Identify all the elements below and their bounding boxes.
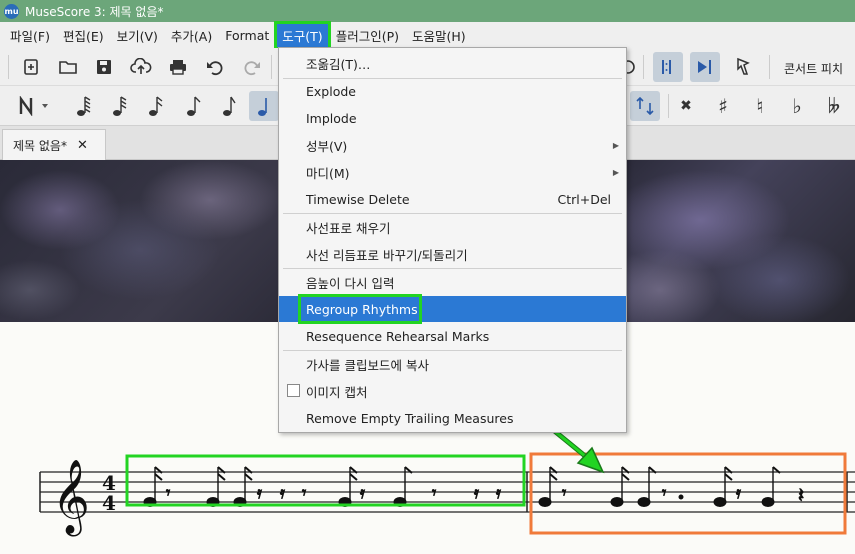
menu-item-remove-empty-trailing-measures[interactable]: Remove Empty Trailing Measures bbox=[279, 405, 626, 431]
menu-item-label: 조옮김(T)… bbox=[306, 56, 371, 72]
menu-item-label: Implode bbox=[306, 110, 357, 126]
menu-item-explode[interactable]: Explode bbox=[279, 78, 626, 104]
menu-item-toggle-rhythmic-slash[interactable]: 사선 리듬표로 바꾸기/되돌리기 bbox=[279, 241, 626, 267]
menu-item-transpose[interactable]: 조옮김(T)… bbox=[279, 50, 626, 76]
menu-item-label: 사선 리듬표로 바꾸기/되돌리기 bbox=[306, 247, 468, 263]
submenu-arrow-icon: ▶ bbox=[612, 140, 619, 150]
menu-item-measures[interactable]: 마디(M) ▶ bbox=[279, 159, 626, 185]
menu-item-label: Resequence Rehearsal Marks bbox=[306, 328, 490, 344]
menu-item-label: 이미지 캡처 bbox=[306, 384, 368, 400]
menu-item-resequence-rehearsal-marks[interactable]: Resequence Rehearsal Marks bbox=[279, 323, 626, 349]
menu-item-label: 마디(M) bbox=[306, 165, 350, 181]
menu-item-label: 성부(V) bbox=[306, 138, 348, 154]
menu-item-label: Timewise Delete bbox=[306, 191, 410, 207]
menu-item-fill-slashes[interactable]: 사선표로 채우기 bbox=[279, 214, 626, 240]
regroup-rhythms-highlight bbox=[298, 294, 422, 324]
menu-item-copy-lyrics[interactable]: 가사를 클립보드에 복사 bbox=[279, 351, 626, 377]
menu-item-label: Explode bbox=[306, 83, 356, 99]
submenu-arrow-icon: ▶ bbox=[612, 167, 619, 177]
menu-item-label: 사선표로 채우기 bbox=[306, 220, 391, 236]
menu-item-implode[interactable]: Implode bbox=[279, 105, 626, 131]
image-capture-checkbox[interactable] bbox=[287, 384, 300, 397]
menu-item-label: Remove Empty Trailing Measures bbox=[306, 410, 514, 426]
menu-item-timewise-delete[interactable]: Timewise Delete Ctrl+Del bbox=[279, 186, 626, 212]
menu-item-image-capture[interactable]: 이미지 캡처 bbox=[279, 378, 626, 404]
menu-item-label: 음높이 다시 입력 bbox=[306, 275, 395, 291]
menu-item-voices[interactable]: 성부(V) ▶ bbox=[279, 132, 626, 158]
tools-menu-dropdown: 조옮김(T)… Explode Implode 성부(V) ▶ 마디(M) ▶ Ti… bbox=[278, 47, 627, 433]
menu-item-label: 가사를 클립보드에 복사 bbox=[306, 357, 429, 373]
shortcut-label: Ctrl+Del bbox=[557, 191, 611, 207]
menu-item-respell-pitches[interactable]: 음높이 다시 입력 bbox=[279, 269, 626, 295]
